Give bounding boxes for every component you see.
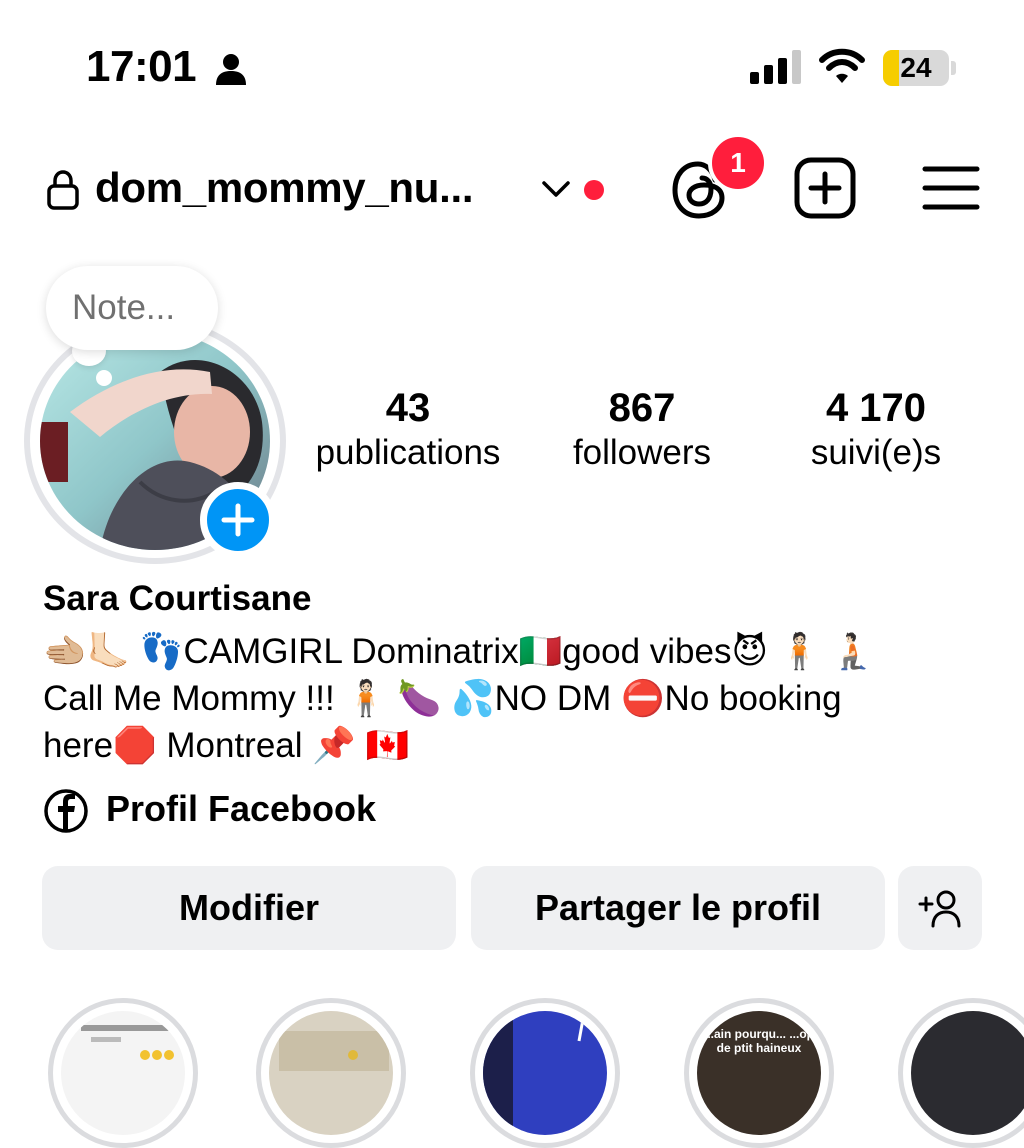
- profile-bio: 🫲🏼🦶🏻 👣CAMGIRL Dominatrix🇮🇹good vibes😈 🧍🏻…: [43, 628, 1003, 769]
- share-profile-button[interactable]: Partager le profil: [471, 866, 885, 950]
- add-story-button[interactable]: [200, 482, 276, 558]
- stat-label: publications: [315, 433, 501, 472]
- discover-people-button[interactable]: [898, 866, 982, 950]
- highlight-item[interactable]: [256, 998, 406, 1148]
- notification-dot: [584, 180, 604, 200]
- stat-value: 4 170: [825, 386, 927, 430]
- battery-icon: 24: [883, 50, 957, 86]
- highlight-item[interactable]: [898, 998, 1024, 1148]
- profile-name: Sara Courtisane: [43, 579, 312, 618]
- lock-icon: [47, 170, 79, 210]
- menu-icon[interactable]: [922, 164, 980, 212]
- highlight-item[interactable]: ...ain pourqu... ...op de ptit haineux: [684, 998, 834, 1148]
- bio-line: 🫲🏼🦶🏻 👣CAMGIRL Dominatrix🇮🇹good vibes😈 🧍🏻…: [43, 632, 875, 671]
- stat-label: followers: [572, 433, 712, 472]
- highlight-item[interactable]: [48, 998, 198, 1148]
- stat-value: 867: [608, 386, 676, 430]
- signal-icon: [750, 50, 801, 84]
- bio-line: here🛑 Montreal 📌 🇨🇦: [43, 726, 410, 765]
- add-person-icon: [918, 890, 961, 928]
- note-bubble-tail-small: [96, 370, 112, 386]
- wifi-icon: [819, 48, 865, 83]
- facebook-icon[interactable]: [43, 788, 89, 834]
- stat-publications[interactable]: 43 publications: [298, 386, 518, 473]
- threads-badge: 1: [708, 133, 768, 193]
- highlight-caption: ...ain pourqu... ...op de ptit haineux: [704, 1027, 814, 1055]
- edit-profile-button[interactable]: Modifier: [42, 866, 456, 950]
- stat-label: suivi(e)s: [810, 433, 942, 472]
- status-time: 17:01: [86, 42, 197, 91]
- battery-level: 24: [900, 52, 932, 83]
- stat-following[interactable]: 4 170 suivi(e)s: [766, 386, 986, 473]
- add-post-icon[interactable]: [794, 157, 856, 219]
- stat-value: 43: [385, 386, 431, 430]
- stat-followers[interactable]: 867 followers: [532, 386, 752, 473]
- person-icon: [216, 54, 246, 85]
- highlight-item[interactable]: [470, 998, 620, 1148]
- facebook-profile-link[interactable]: Profil Facebook: [106, 788, 376, 830]
- chevron-down-icon[interactable]: [541, 178, 571, 200]
- add-story-icon: [221, 503, 255, 537]
- account-username[interactable]: dom_mommy_nu...: [95, 164, 474, 212]
- bio-line: Call Me Mommy !!! 🧍🏻 🍆 💦NO DM ⛔No bookin…: [43, 679, 842, 718]
- note-placeholder[interactable]: Note...: [72, 288, 175, 328]
